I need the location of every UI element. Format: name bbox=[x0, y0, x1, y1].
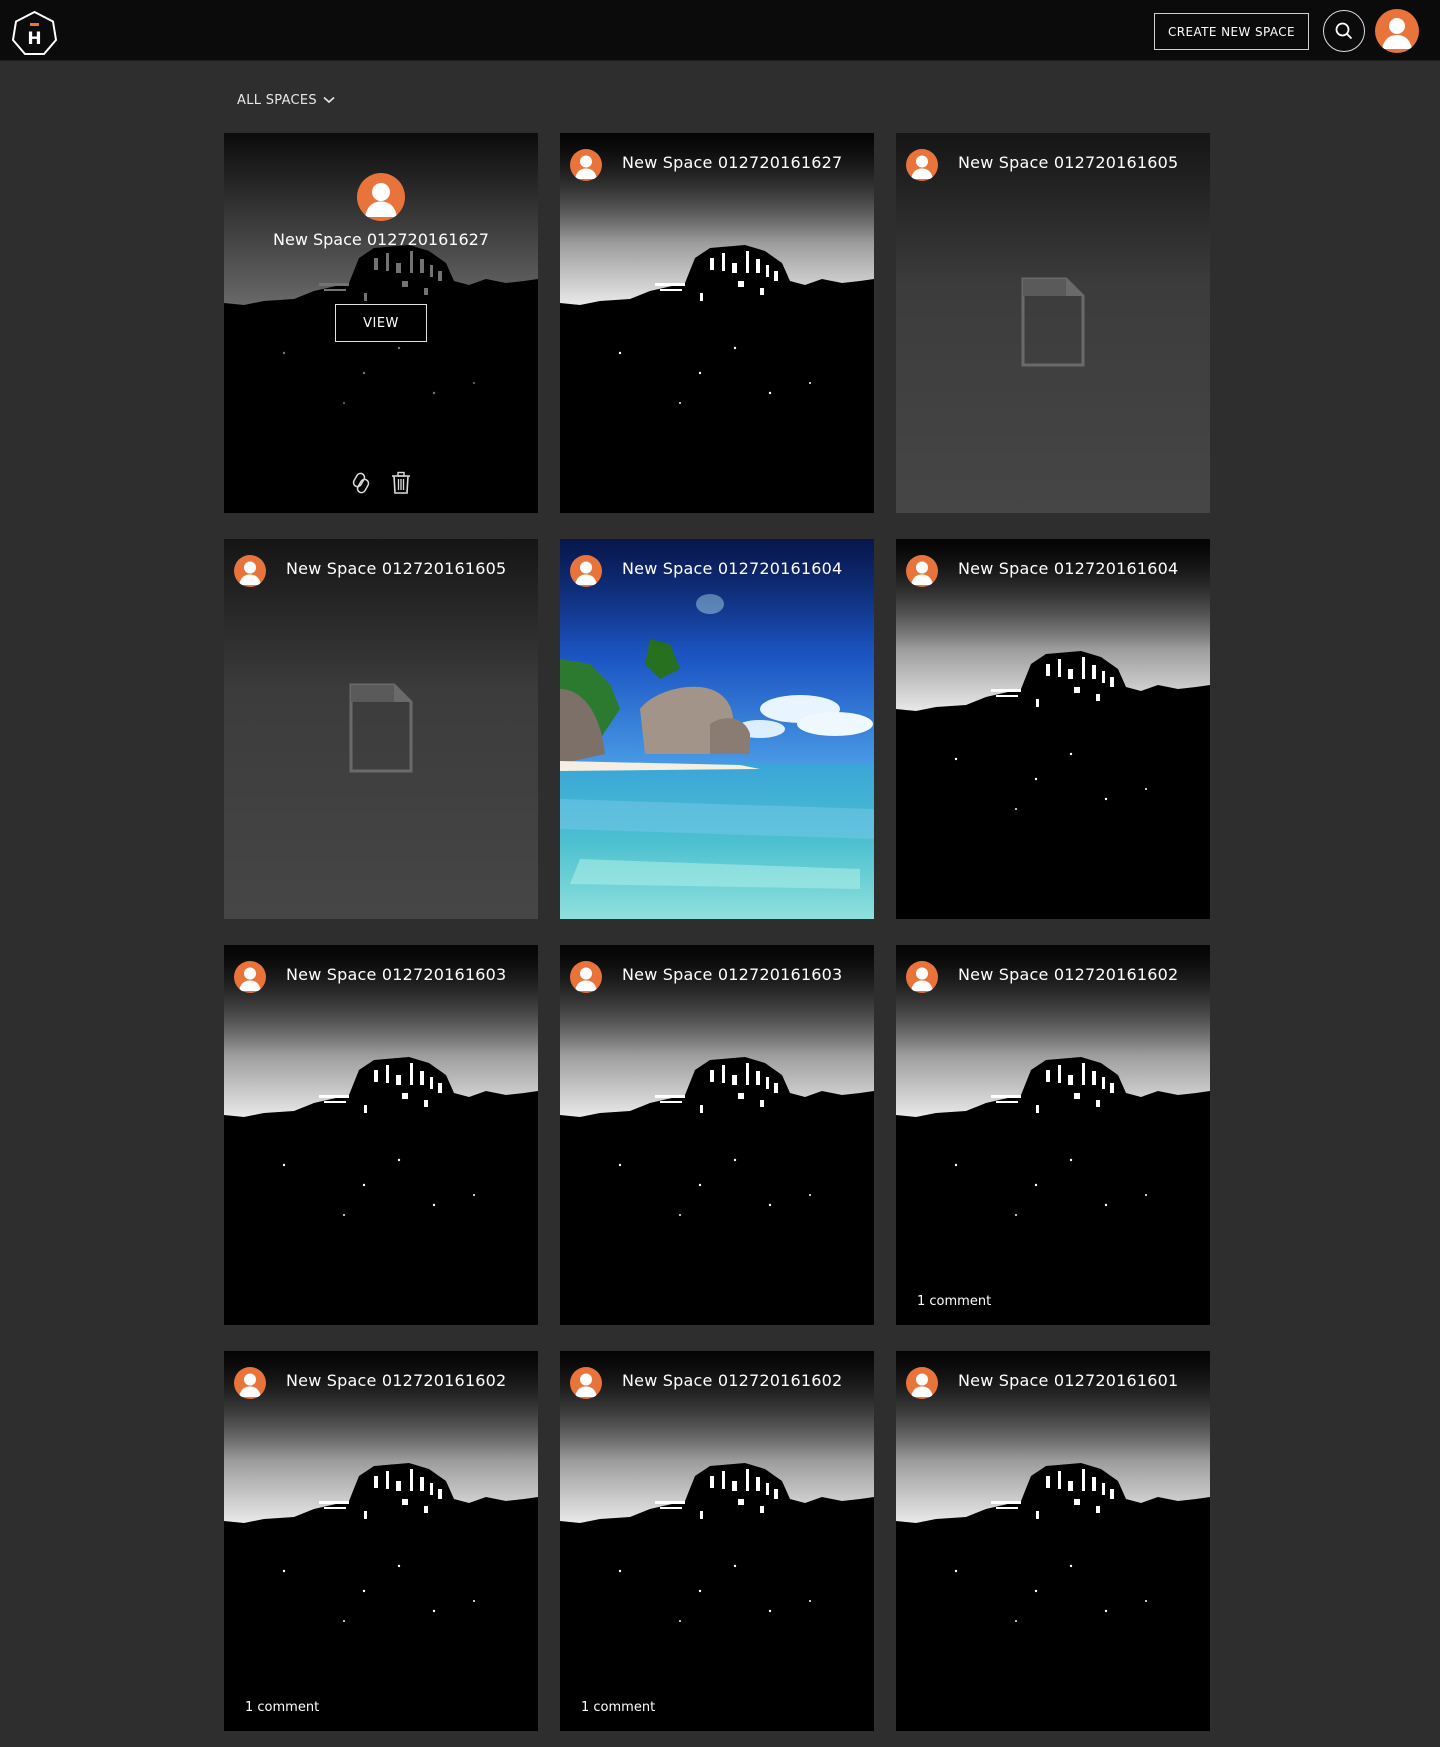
card-title: New Space 012720161627 bbox=[273, 230, 489, 249]
card-title: New Space 012720161605 bbox=[286, 559, 507, 578]
space-card[interactable]: New Space 012720161603 bbox=[224, 945, 538, 1325]
space-card[interactable]: New Space 012720161604 bbox=[560, 539, 874, 919]
link-icon[interactable] bbox=[350, 471, 372, 495]
user-avatar-icon bbox=[365, 183, 397, 217]
owner-avatar bbox=[906, 1367, 938, 1399]
card-header-fade bbox=[896, 1351, 1210, 1461]
card-title: New Space 012720161604 bbox=[622, 559, 843, 578]
hexagon-h-logo-icon[interactable]: H bbox=[11, 10, 58, 57]
user-avatar-icon bbox=[911, 967, 933, 991]
spaces-grid: New Space 012720161627 VIEW New Space 01… bbox=[224, 133, 1210, 1733]
card-header-fade bbox=[560, 539, 874, 649]
space-card[interactable]: New Space 012720161601 bbox=[896, 1351, 1210, 1731]
user-avatar-icon bbox=[911, 1373, 933, 1397]
space-card[interactable]: New Space 012720161602 1 comment bbox=[560, 1351, 874, 1731]
trash-icon[interactable] bbox=[390, 471, 412, 495]
owner-avatar bbox=[234, 961, 266, 993]
comment-count[interactable]: 1 comment bbox=[581, 1700, 655, 1715]
card-title: New Space 012720161603 bbox=[622, 965, 843, 984]
owner-avatar bbox=[570, 961, 602, 993]
card-header-fade bbox=[224, 945, 538, 1055]
chevron-down-icon bbox=[323, 96, 335, 104]
space-card[interactable]: New Space 012720161627 VIEW bbox=[224, 133, 538, 513]
svg-text:H: H bbox=[27, 29, 41, 49]
space-card[interactable]: New Space 012720161604 bbox=[896, 539, 1210, 919]
file-icon bbox=[349, 683, 413, 773]
search-button[interactable] bbox=[1323, 10, 1365, 52]
owner-avatar bbox=[570, 555, 602, 587]
space-card[interactable]: New Space 012720161602 1 comment bbox=[896, 945, 1210, 1325]
user-avatar-icon bbox=[575, 155, 597, 179]
card-title: New Space 012720161602 bbox=[622, 1371, 843, 1390]
user-avatar-icon bbox=[575, 967, 597, 991]
space-card[interactable]: New Space 012720161627 bbox=[560, 133, 874, 513]
user-avatar-icon bbox=[575, 1373, 597, 1397]
user-avatar[interactable] bbox=[1375, 9, 1419, 53]
user-avatar-icon bbox=[575, 561, 597, 585]
view-button[interactable]: VIEW bbox=[335, 304, 427, 342]
user-avatar-icon bbox=[911, 561, 933, 585]
comment-count[interactable]: 1 comment bbox=[917, 1294, 991, 1309]
top-navigation-bar: H CREATE NEW SPACE bbox=[0, 0, 1440, 61]
filter-label: ALL SPACES bbox=[237, 92, 317, 108]
user-avatar-icon bbox=[239, 967, 261, 991]
user-avatar-icon bbox=[1382, 18, 1412, 49]
space-card[interactable]: New Space 012720161603 bbox=[560, 945, 874, 1325]
owner-avatar bbox=[234, 1367, 266, 1399]
space-card[interactable]: New Space 012720161605 bbox=[896, 133, 1210, 513]
card-header-fade bbox=[896, 945, 1210, 1055]
card-title: New Space 012720161602 bbox=[958, 965, 1179, 984]
card-title: New Space 012720161602 bbox=[286, 1371, 507, 1390]
user-avatar-icon bbox=[239, 561, 261, 585]
card-title: New Space 012720161603 bbox=[286, 965, 507, 984]
all-spaces-filter-dropdown[interactable]: ALL SPACES bbox=[237, 90, 335, 110]
space-card[interactable]: New Space 012720161602 1 comment bbox=[224, 1351, 538, 1731]
card-header-fade bbox=[560, 945, 874, 1055]
owner-avatar bbox=[906, 555, 938, 587]
comment-count[interactable]: 1 comment bbox=[245, 1700, 319, 1715]
space-card[interactable]: New Space 012720161605 bbox=[224, 539, 538, 919]
card-header-fade bbox=[560, 133, 874, 243]
owner-avatar bbox=[357, 173, 405, 221]
card-title: New Space 012720161601 bbox=[958, 1371, 1179, 1390]
create-new-space-button[interactable]: CREATE NEW SPACE bbox=[1154, 13, 1309, 50]
file-icon bbox=[1021, 277, 1085, 367]
owner-avatar bbox=[906, 961, 938, 993]
card-header-fade bbox=[224, 1351, 538, 1461]
card-title: New Space 012720161604 bbox=[958, 559, 1179, 578]
owner-avatar bbox=[906, 149, 938, 181]
owner-avatar bbox=[234, 555, 266, 587]
card-title: New Space 012720161627 bbox=[622, 153, 843, 172]
card-header-fade bbox=[896, 539, 1210, 649]
card-header-fade bbox=[560, 1351, 874, 1461]
user-avatar-icon bbox=[911, 155, 933, 179]
owner-avatar bbox=[570, 149, 602, 181]
user-avatar-icon bbox=[239, 1373, 261, 1397]
owner-avatar bbox=[570, 1367, 602, 1399]
card-title: New Space 012720161605 bbox=[958, 153, 1179, 172]
search-icon bbox=[1335, 22, 1353, 40]
